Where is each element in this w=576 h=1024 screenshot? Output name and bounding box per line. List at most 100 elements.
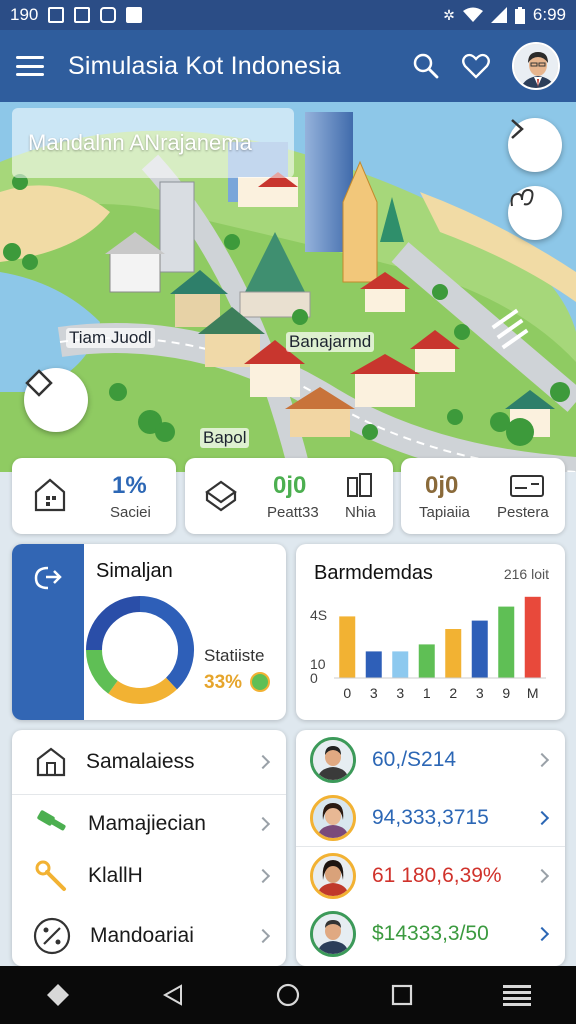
- people-row[interactable]: 60,/S214: [296, 732, 565, 788]
- building-icon: [36, 747, 66, 777]
- person-avatar: [310, 795, 356, 841]
- donut-segment: [139, 596, 194, 690]
- bar: [471, 620, 488, 678]
- stat-value: 0j0: [273, 472, 307, 499]
- amount-value: 61 180,6,39%: [372, 864, 502, 887]
- signal-icon: [490, 7, 507, 23]
- status-bar: 190 ✲ 6:99: [0, 0, 576, 30]
- next-button[interactable]: [508, 118, 562, 172]
- donut-chart: [86, 596, 194, 704]
- y-tick-label: 4S: [310, 607, 327, 623]
- box-icon: [205, 480, 237, 512]
- stat-chip[interactable]: 0j0 Peatt33 Nhia: [185, 458, 393, 534]
- stat-label: Peatt33: [267, 504, 319, 521]
- back-icon[interactable]: [161, 983, 185, 1007]
- amount-value: 60,/S214: [372, 748, 457, 771]
- hammer-icon: [37, 810, 66, 831]
- chevron-right-icon: [255, 868, 271, 884]
- stat-value: 33%: [204, 672, 243, 693]
- chevron-right-icon: [534, 926, 550, 942]
- simulation-card[interactable]: Simaljan Statiiste 33%: [12, 544, 286, 720]
- y-tick-label: 10: [310, 656, 326, 672]
- menu-lines-icon[interactable]: [503, 984, 531, 1006]
- status-time-left: 190: [10, 5, 39, 24]
- wrench-icon: [35, 860, 66, 891]
- amount-value: $14333,3/50: [372, 922, 489, 945]
- route-icon: [510, 188, 534, 207]
- people-row[interactable]: 61 180,6,39%: [296, 848, 565, 904]
- map-label: Tiam Juodl: [66, 328, 155, 348]
- bar-chart-card[interactable]: Barmdemdas 216 loit 0 10 4S 0 3 3 1 2 3 9 M: [296, 544, 565, 720]
- wifi-icon: [462, 7, 483, 22]
- menu-icon[interactable]: [16, 56, 44, 76]
- chevron-right-icon: [511, 119, 524, 139]
- x-tick-label: 1: [423, 685, 431, 701]
- message-icon: [74, 7, 91, 23]
- y-tick-label: 0: [310, 670, 318, 686]
- map-label: Bapol: [200, 428, 250, 448]
- stat-label: Tapiaiia: [419, 504, 470, 521]
- profile-avatar[interactable]: [512, 42, 560, 90]
- bar: [365, 651, 382, 678]
- bar: [524, 596, 541, 678]
- menu-item-klall[interactable]: KlallH: [12, 850, 286, 902]
- city-map[interactable]: Mandalnn ANrajanema Tiam Juodl Banajarmd…: [0, 102, 576, 472]
- menu-item-mamajiecian[interactable]: Mamajiecian: [12, 796, 286, 852]
- stat-chip[interactable]: 0j0 Tapiaiia Pestera: [401, 458, 565, 534]
- x-tick-label: M: [527, 685, 539, 701]
- people-row[interactable]: $14333,3/50: [296, 904, 565, 964]
- progress-dot: [250, 672, 270, 692]
- percent-icon: [33, 917, 71, 955]
- chart-card-icon: [510, 475, 544, 497]
- route-button[interactable]: [508, 186, 562, 240]
- menu-item-samalaiess[interactable]: Samalaiess: [12, 730, 286, 794]
- x-tick-label: 0: [343, 685, 351, 701]
- chevron-right-icon: [534, 752, 550, 768]
- bar: [498, 606, 515, 678]
- donut-segment: [108, 677, 177, 704]
- stat-chip[interactable]: 1% Saciei: [12, 458, 176, 534]
- bluetooth-icon: ✲: [443, 6, 455, 23]
- x-tick-label: 3: [476, 685, 484, 701]
- x-tick-label: 3: [370, 685, 378, 701]
- card-title: Simaljan: [96, 560, 173, 582]
- gallery-icon: [48, 7, 65, 23]
- chevron-right-icon: [534, 810, 550, 826]
- chevron-right-icon: [534, 868, 550, 884]
- system-navigation-bar: [0, 966, 576, 1024]
- stat-label: Nhia: [345, 504, 376, 521]
- card-corner-label: 216 loit: [503, 566, 549, 582]
- app-bar: Simulasia Kot Indonesia: [0, 30, 576, 102]
- divider: [296, 846, 565, 847]
- navigate-button[interactable]: [24, 368, 88, 432]
- refresh-icon[interactable]: [30, 562, 66, 592]
- search-icon[interactable]: [412, 52, 440, 80]
- stat-label: Statiiste: [204, 646, 265, 665]
- heart-icon[interactable]: [462, 53, 490, 79]
- donut-segment: [86, 649, 119, 694]
- menu-item-label: Mandoariai: [90, 924, 194, 947]
- people-row[interactable]: 94,333,3715: [296, 788, 565, 848]
- menu-item-label: Mamajiecian: [88, 812, 206, 835]
- x-tick-label: 9: [502, 685, 510, 701]
- bar: [445, 629, 462, 678]
- donut-segment: [86, 596, 141, 651]
- bar: [339, 616, 356, 678]
- chevron-right-icon: [255, 754, 271, 770]
- home-icon[interactable]: [275, 982, 301, 1008]
- menu-list-card: Samalaiess Mamajiecian KlallH Mandoariai: [12, 730, 286, 966]
- bar-chart: 0104S0 3 3 1 2 3 9 M: [310, 596, 546, 701]
- menu-item-mandoariai[interactable]: Mandoariai: [12, 906, 286, 966]
- person-avatar: [310, 911, 356, 957]
- notification-icon: [126, 7, 143, 23]
- menu-item-label: KlallH: [88, 864, 143, 887]
- chevron-right-icon: [255, 816, 271, 832]
- bar: [392, 651, 409, 678]
- people-list-card: 60,/S214 94,333,3715 61 180,6,39% $14333…: [296, 730, 565, 966]
- diamond-icon[interactable]: [45, 982, 71, 1008]
- bar: [418, 644, 435, 678]
- map-banner: Mandalnn ANrajanema: [12, 108, 294, 178]
- stat-label: Pestera: [497, 504, 549, 521]
- stat-value: 1%: [112, 472, 147, 499]
- recents-icon[interactable]: [391, 984, 413, 1006]
